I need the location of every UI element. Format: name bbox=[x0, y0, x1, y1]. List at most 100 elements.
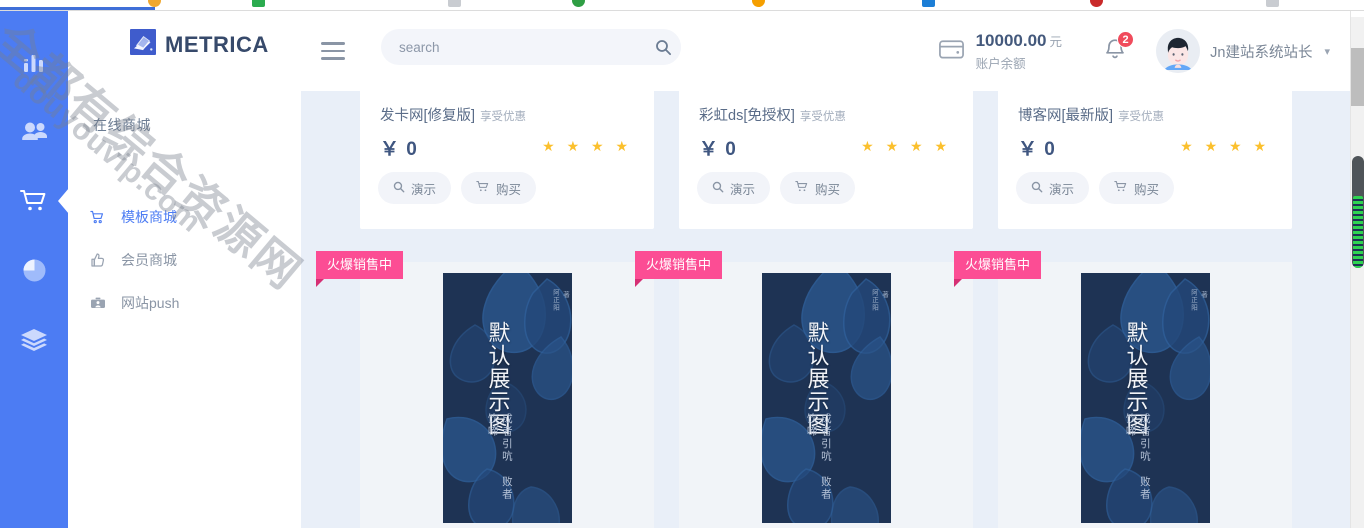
cover-subtitle: 成者引吭 败者饮啼 bbox=[486, 413, 512, 501]
search-icon[interactable] bbox=[645, 29, 681, 65]
browser-window: 在线商城 模板商城 会员商城 网站push search 10000.00 元 … bbox=[0, 0, 1364, 528]
price-value: 0 bbox=[725, 139, 737, 160]
product-title: 博客网[最新版] bbox=[1018, 108, 1114, 124]
product-price: ￥ 0 bbox=[699, 134, 737, 161]
top-header-bar: 10000.00元 账户余额 2 bbox=[301, 11, 1350, 91]
search-box[interactable] bbox=[381, 29, 681, 65]
product-price: ￥ 0 bbox=[1018, 134, 1056, 161]
push-group-icon bbox=[90, 295, 112, 311]
demo-button-label: 演示 bbox=[411, 182, 437, 197]
product-rating-stars: ★ ★ ★ ★ bbox=[542, 138, 632, 154]
user-menu[interactable]: Jn建站系统站长 ▾ bbox=[1156, 29, 1330, 73]
bookmark-highlight-bar bbox=[0, 7, 155, 10]
demo-button[interactable]: 演示 bbox=[697, 172, 771, 204]
buy-button[interactable]: 购买 bbox=[1099, 172, 1175, 204]
search-icon bbox=[712, 181, 724, 196]
brand-logo[interactable]: METRICA bbox=[130, 29, 269, 60]
sidebar-panel: 在线商城 模板商城 会员商城 网站push bbox=[68, 11, 301, 528]
rail-item-bar-chart[interactable] bbox=[0, 35, 68, 91]
product-card[interactable]: 火爆销售中 默认展示图 成者引吭 败者饮啼 阿正阳 著 bbox=[635, 251, 973, 528]
bookmark-page-icon[interactable] bbox=[448, 0, 461, 7]
avatar bbox=[1156, 29, 1201, 73]
sidebar-group-title: 在线商城 bbox=[93, 117, 151, 133]
notification-count-badge: 2 bbox=[1117, 31, 1134, 48]
bookmark-excel-icon[interactable] bbox=[252, 0, 265, 7]
product-actions: 演示 购买 bbox=[378, 172, 537, 204]
vertical-scroll-thumb[interactable] bbox=[1352, 156, 1364, 268]
pie-chart-icon bbox=[21, 257, 48, 284]
sidebar-item-member-shop[interactable]: 会员商城 bbox=[68, 244, 301, 276]
sidebar-item-website-push[interactable]: 网站push bbox=[68, 287, 301, 319]
hamburger-icon[interactable] bbox=[321, 35, 353, 67]
product-thumbnail[interactable]: 默认展示图 成者引吭 败者饮啼 阿正阳 著 bbox=[679, 262, 973, 528]
buy-button-label: 购买 bbox=[1134, 182, 1160, 197]
book-cover: 默认展示图 成者引吭 败者饮啼 阿正阳 著 bbox=[1080, 273, 1210, 523]
bookmark-firefox-icon[interactable] bbox=[752, 0, 765, 7]
bookmark-blue-icon[interactable] bbox=[922, 0, 935, 7]
wallet-icon bbox=[938, 37, 965, 66]
chevron-down-icon[interactable]: ▾ bbox=[1324, 45, 1330, 58]
product-promo-tag: 享受优惠 bbox=[480, 111, 527, 123]
main-content: 发卡网[修复版] 享受优惠 ￥ 0 ★ ★ ★ ★ 演示 购买 彩虹ds[免授权… bbox=[301, 31, 1350, 528]
cover-subtitle: 成者引吭 败者饮啼 bbox=[1124, 413, 1150, 501]
bookmark-folder-icon[interactable] bbox=[148, 0, 161, 7]
scroll-progress-stripes bbox=[1353, 196, 1363, 268]
product-price: ￥ 0 bbox=[380, 134, 418, 161]
icon-rail bbox=[0, 11, 69, 528]
scrollbar-track-segment[interactable] bbox=[1351, 48, 1364, 106]
product-card[interactable]: 火爆销售中 默认展示图 成者引吭 败者饮啼 阿正阳 著 bbox=[954, 251, 1292, 528]
sidebar-item-template-shop[interactable]: 模板商城 bbox=[68, 201, 301, 233]
book-cover: 默认展示图 成者引吭 败者饮啼 阿正阳 著 bbox=[761, 273, 891, 523]
demo-button[interactable]: 演示 bbox=[1016, 172, 1090, 204]
brand-name: METRICA bbox=[165, 31, 269, 57]
rail-item-analytics[interactable] bbox=[0, 242, 68, 298]
product-promo-tag: 享受优惠 bbox=[1118, 111, 1165, 123]
cart-outline-icon bbox=[90, 210, 112, 225]
product-promo-tag: 享受优惠 bbox=[799, 111, 846, 123]
currency-symbol: ￥ bbox=[699, 139, 720, 160]
balance-unit: 元 bbox=[1049, 35, 1062, 49]
product-rating-stars: ★ ★ ★ ★ bbox=[1180, 138, 1270, 154]
hot-sale-ribbon: 火爆销售中 bbox=[954, 251, 1042, 287]
product-title: 彩虹ds[免授权] bbox=[699, 108, 795, 124]
currency-symbol: ￥ bbox=[1018, 139, 1039, 160]
metrica-laptop-logo bbox=[130, 29, 156, 60]
product-thumbnail[interactable]: 默认展示图 成者引吭 败者饮啼 阿正阳 著 bbox=[998, 262, 1292, 528]
rail-item-users[interactable] bbox=[0, 104, 68, 160]
search-input[interactable] bbox=[399, 29, 649, 65]
sidebar-item-label: 网站push bbox=[121, 295, 180, 311]
layers-icon bbox=[20, 327, 48, 353]
product-actions: 演示 购买 bbox=[697, 172, 856, 204]
price-value: 0 bbox=[406, 139, 418, 160]
rail-item-shop[interactable] bbox=[0, 173, 69, 229]
currency-symbol: ￥ bbox=[380, 139, 401, 160]
page-scrollbar[interactable]: ▲ bbox=[1350, 0, 1364, 528]
hot-sale-ribbon: 火爆销售中 bbox=[635, 251, 723, 287]
buy-button[interactable]: 购买 bbox=[461, 172, 537, 204]
bookmark-grey-icon[interactable] bbox=[1266, 0, 1279, 7]
product-card[interactable]: 火爆销售中 默认展示图 成者引吭 败者饮啼 阿正阳 著 bbox=[316, 251, 654, 528]
cover-author: 阿正阳 bbox=[551, 289, 559, 312]
buy-button[interactable]: 购买 bbox=[780, 172, 856, 204]
product-rating-stars: ★ ★ ★ ★ bbox=[861, 138, 951, 154]
demo-button-label: 演示 bbox=[730, 182, 756, 197]
bookmark-chrome-icon[interactable] bbox=[572, 0, 585, 7]
sidebar-item-label: 会员商城 bbox=[121, 252, 177, 268]
cart-icon bbox=[1114, 180, 1128, 196]
demo-button[interactable]: 演示 bbox=[378, 172, 452, 204]
cart-icon bbox=[476, 180, 490, 196]
cover-author: 阿正阳 bbox=[1189, 289, 1197, 312]
cart-icon bbox=[795, 180, 809, 196]
balance-label: 账户余额 bbox=[975, 56, 1026, 71]
rail-item-layers[interactable] bbox=[0, 312, 68, 368]
browser-bookmarks-bar bbox=[0, 0, 1364, 11]
search-icon bbox=[393, 181, 405, 196]
user-name: Jn建站系统站长 bbox=[1210, 44, 1313, 61]
price-value: 0 bbox=[1044, 139, 1056, 160]
account-balance[interactable]: 10000.00 元 账户余额 bbox=[938, 31, 1062, 72]
product-thumbnail[interactable]: 默认展示图 成者引吭 败者饮啼 阿正阳 著 bbox=[360, 262, 654, 528]
book-cover: 默认展示图 成者引吭 败者饮啼 阿正阳 著 bbox=[442, 273, 572, 523]
notifications-button[interactable]: 2 bbox=[1102, 31, 1134, 67]
cart-icon bbox=[19, 188, 49, 214]
bookmark-red-icon[interactable] bbox=[1090, 0, 1103, 7]
